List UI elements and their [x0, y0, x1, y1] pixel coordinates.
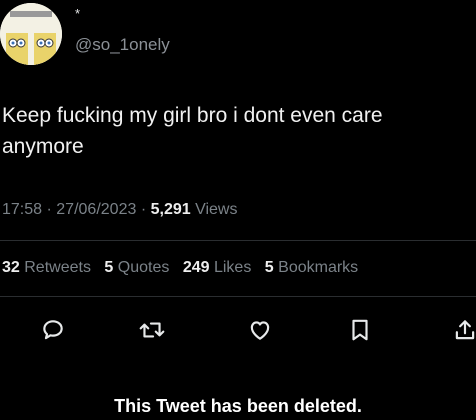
bookmarks-count: 5: [264, 259, 274, 276]
meta-separator: ·: [140, 201, 151, 218]
tweet-text: Keep fucking my girl bro i dont even car…: [2, 104, 383, 158]
display-name[interactable]: *: [75, 6, 80, 21]
views-label: Views: [195, 201, 238, 218]
engagement-stats: 32 Retweets 5 Quotes 249 Likes 5 Bookmar…: [2, 259, 358, 277]
retweets-label: Retweets: [24, 259, 91, 276]
avatar[interactable]: [0, 3, 62, 65]
likes-label: Likes: [213, 259, 252, 276]
divider: [0, 296, 476, 297]
likes-count: 249: [182, 259, 210, 276]
meta-separator: ·: [46, 201, 57, 218]
quotes-count: 5: [104, 259, 114, 276]
deleted-notice: This Tweet has been deleted.: [114, 396, 362, 416]
share-icon: [455, 320, 475, 340]
share-button[interactable]: [445, 310, 476, 350]
retweets-count: 32: [2, 259, 20, 276]
views-count: 5,291: [150, 201, 191, 218]
retweets-stat[interactable]: 32 Retweets: [2, 259, 91, 276]
tweet-date[interactable]: 27/06/2023: [56, 201, 136, 218]
bookmarks-label: Bookmarks: [278, 259, 359, 276]
action-bar: [0, 310, 476, 350]
tweet-time[interactable]: 17:58: [2, 201, 42, 218]
divider: [0, 240, 476, 241]
bookmark-button[interactable]: [340, 310, 380, 350]
bookmark-icon: [352, 319, 368, 341]
bookmarks-stat[interactable]: 5 Bookmarks: [265, 259, 358, 276]
likes-stat[interactable]: 249 Likes: [183, 259, 252, 276]
avatar-image: [0, 3, 62, 65]
reply-button[interactable]: [33, 310, 73, 350]
retweet-icon: [139, 322, 165, 338]
heart-icon: [250, 321, 270, 340]
tweet-meta: 17:58 · 27/06/2023 · 5,291 Views: [2, 201, 237, 219]
tweet-header: * @so_1onely: [0, 0, 476, 80]
quotes-stat[interactable]: 5 Quotes: [104, 259, 169, 276]
retweet-button[interactable]: [132, 310, 172, 350]
reply-icon: [43, 320, 63, 340]
like-button[interactable]: [240, 310, 280, 350]
user-handle[interactable]: @so_1onely: [75, 35, 170, 55]
quotes-label: Quotes: [117, 259, 170, 276]
